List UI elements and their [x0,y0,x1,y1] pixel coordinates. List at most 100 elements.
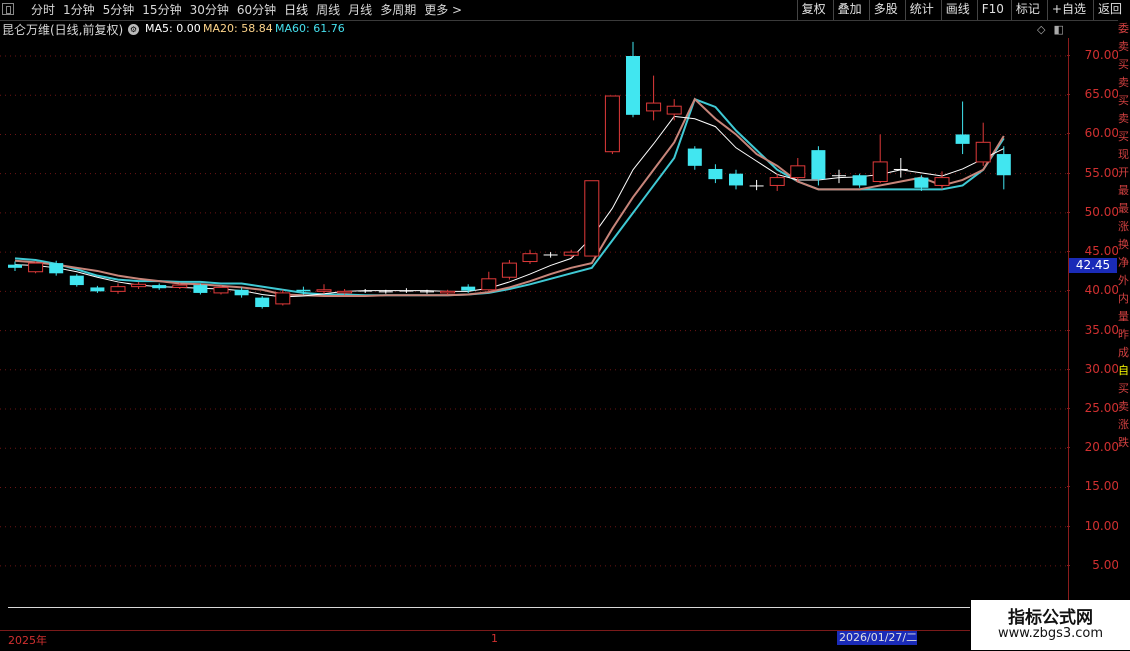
axis-tick-8: 30.00 [1067,362,1119,376]
tab-7[interactable]: 周线 [312,0,344,20]
side-panel-label-9: 最 [1118,184,1129,197]
axis-tick-10: 20.00 [1067,440,1119,454]
candle-body [914,177,929,188]
candle-body [337,290,353,294]
panel-toggle-icon[interactable]: ◧ [1053,23,1063,36]
toolbar-button-8[interactable]: 返回 [1092,0,1126,20]
candle [481,271,497,292]
candle [90,285,105,293]
candle-body [296,289,311,292]
tab-9[interactable]: 多周期 [376,0,420,20]
candle [563,249,579,258]
layout-icon[interactable] [2,3,14,15]
tab-4[interactable]: 30分钟 [186,0,233,20]
candle-body [316,289,332,292]
side-panel-label-2: 买 [1118,58,1129,71]
candle-body [646,102,662,112]
candle-body [358,290,373,292]
ma5-label: MA5: 0.00 [145,22,201,35]
side-panel-label-15: 内 [1118,292,1129,305]
toolbar-button-5[interactable]: F10 [976,0,1008,20]
candle-body [955,134,970,144]
candle [749,179,764,191]
axis-tick-12: 10.00 [1067,519,1119,533]
candle-body [501,262,517,278]
candle [275,289,291,306]
candle [501,259,517,280]
side-panel-label-11: 涨 [1118,220,1129,233]
side-panel-label-18: 成 [1118,346,1129,359]
watermark-title: 指标公式网 [1008,608,1093,628]
candle-body [687,148,702,166]
side-panel-label-22: 涨 [1118,418,1129,431]
price-axis: 70.00 65.00 60.00 55.00 50.00 45.00 40.00 35.00… [1067,38,1119,628]
candle-body [666,105,682,115]
side-panel-label-23: 跌 [1118,436,1129,449]
candle [8,261,22,271]
candle-body [275,292,291,305]
candle-body [399,290,414,292]
side-panel-label-10: 最 [1118,202,1129,215]
tab-2[interactable]: 5分钟 [99,0,139,20]
candle-body [996,154,1011,176]
candle [440,289,456,295]
candle [996,146,1011,190]
candle-body [790,165,806,179]
tab-3[interactable]: 15分钟 [138,0,185,20]
diamond-icon[interactable]: ◇ [1037,23,1045,36]
candle [193,283,208,295]
side-panel-label-5: 卖 [1118,112,1129,125]
candle-body [213,286,229,294]
tab-10[interactable]: 更多 > [420,0,466,20]
candle-body [852,175,867,186]
side-panel-label-12: 换 [1118,238,1129,251]
toolbar-button-4[interactable]: 画线 [940,0,974,20]
candle [110,283,126,294]
tab-0[interactable]: 分时 [27,0,59,20]
ma60-label: MA60: 61.76 [275,22,345,35]
side-panel-label-21: 卖 [1118,400,1129,413]
candle-body [461,286,476,291]
side-panel-label-13: 净 [1118,256,1129,269]
candle [28,261,44,274]
settings-gear-icon[interactable]: ⚙ [128,24,139,35]
candle [152,283,167,290]
tab-8[interactable]: 月线 [344,0,376,20]
selected-date-label: 2026/01/27/二 [837,631,917,645]
axis-tick-4: 50.00 [1067,205,1119,219]
tab-6[interactable]: 日线 [280,0,312,20]
candle [626,41,640,118]
current-price-tag: 42.45 [1069,258,1117,273]
tab-5[interactable]: 60分钟 [233,0,280,20]
axis-tick-3: 55.00 [1067,166,1119,180]
candle [255,296,270,309]
axis-tick-6: 40.00 [1067,283,1119,297]
side-panel-label-8: 开 [1118,166,1129,179]
top-toolbar: 分时 1分钟 5分钟 15分钟 30分钟 60分钟 日线 周线 月线 多周期 更多 > 复权 叠加 多股… [0,0,1130,21]
axis-tick-1: 65.00 [1067,87,1119,101]
side-panel-label-6: 买 [1118,130,1129,143]
candle-body [110,286,126,292]
candle-body [872,161,888,183]
candle-body [893,168,908,170]
toolbar-button-3[interactable]: 统计 [904,0,938,20]
axis-tick-9: 25.00 [1067,401,1119,415]
stock-title[interactable]: 昆仑万维(日线,前复权) [2,21,123,38]
candle-body [28,262,44,273]
candle-body [90,287,105,292]
side-panel-label-4: 买 [1118,94,1129,107]
candle-body [729,173,743,186]
candle-body [832,175,846,177]
toolbar-button-7[interactable]: +自选 [1046,0,1090,20]
tab-1[interactable]: 1分钟 [59,0,99,20]
axis-tick-0: 70.00 [1067,48,1119,62]
candle [955,101,970,155]
toolbar-button-0[interactable]: 复权 [796,0,830,20]
candlestick-chart[interactable] [0,38,1068,608]
toolbar-button-2[interactable]: 多股 [868,0,902,20]
candle-body [378,291,393,293]
candle-body [543,254,558,256]
watermark-url: www.zbgs3.com [997,626,1104,641]
toolbar-button-6[interactable]: 标记 [1010,0,1044,20]
toolbar-button-1[interactable]: 叠加 [832,0,866,20]
